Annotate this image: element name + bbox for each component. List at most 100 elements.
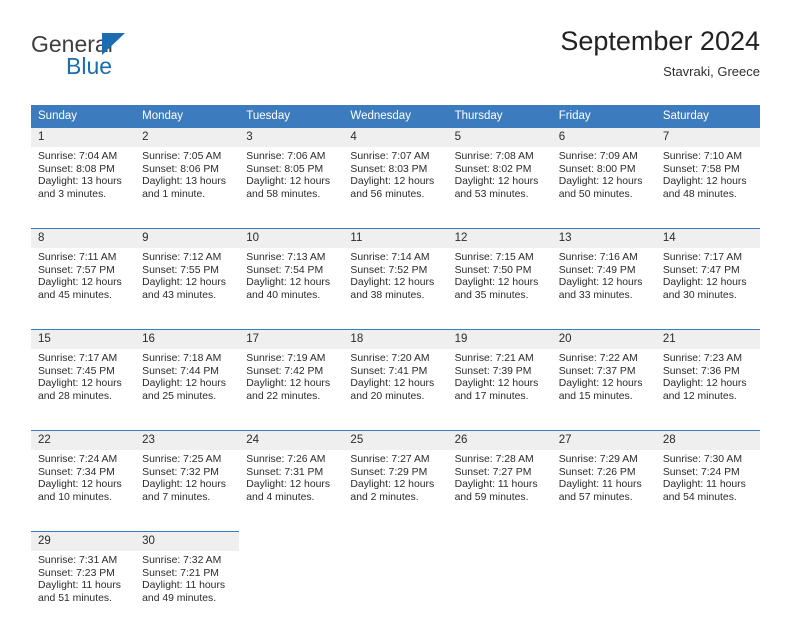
daylight-text: Daylight: 12 hours and 33 minutes. — [558, 277, 643, 301]
sunset-text: Sunset: 7:29 PM — [350, 466, 428, 478]
page-header: General Blue September 2024 Stavraki, Gr… — [31, 24, 760, 98]
day-info: Sunrise: 7:16 AM Sunset: 7:49 PM Daylight:… — [552, 248, 656, 302]
sunrise-text: Sunrise: 7:04 AM — [38, 151, 118, 162]
day-cell-inner — [343, 531, 447, 621]
sunset-text: Sunset: 7:39 PM — [454, 365, 532, 377]
day-cell[interactable]: 7 Sunrise: 7:10 AM Sunset: 7:58 PM Daylight… — [655, 127, 760, 217]
day-cell-inner — [239, 531, 343, 621]
day-cell[interactable]: 11 Sunrise: 7:14 AM Sunset: 7:52 PM Dayligh… — [343, 228, 448, 318]
day-cell[interactable]: 25 Sunrise: 7:27 AM Sunset: 7:29 PM Dayligh… — [343, 430, 448, 520]
weekday-header-thursday: Thursday — [447, 105, 552, 127]
day-cell[interactable]: 23 Sunrise: 7:25 AM Sunset: 7:32 PM Dayligh… — [135, 430, 240, 520]
sunrise-text: Sunrise: 7:07 AM — [350, 151, 430, 162]
spacer-cell — [239, 520, 343, 531]
sunrise-text: Sunrise: 7:30 AM — [662, 454, 742, 465]
sunset-text: Sunset: 7:49 PM — [558, 264, 636, 276]
day-cell[interactable]: 3 Sunrise: 7:06 AM Sunset: 8:05 PM Daylight… — [239, 127, 344, 217]
daylight-text: Daylight: 12 hours and 15 minutes. — [558, 378, 643, 402]
day-cell-inner — [552, 531, 656, 621]
spacer-cell — [31, 520, 135, 531]
sunrise-text: Sunrise: 7:31 AM — [38, 555, 118, 566]
calendar-body: 1 Sunrise: 7:04 AM Sunset: 8:08 PM Daylight… — [31, 127, 760, 621]
day-number: 12 — [447, 229, 552, 248]
daylight-text: Daylight: 13 hours and 3 minutes. — [38, 176, 122, 200]
day-cell-inner: 8 Sunrise: 7:11 AM Sunset: 7:57 PM Daylight… — [31, 228, 136, 318]
day-info: Sunrise: 7:10 AM Sunset: 7:58 PM Daylight:… — [656, 147, 760, 201]
sunrise-text: Sunrise: 7:21 AM — [454, 353, 534, 364]
day-cell[interactable]: 17 Sunrise: 7:19 AM Sunset: 7:42 PM Dayligh… — [239, 329, 344, 419]
day-cell[interactable]: 14 Sunrise: 7:17 AM Sunset: 7:47 PM Dayligh… — [655, 228, 760, 318]
day-info: Sunrise: 7:19 AM Sunset: 7:42 PM Daylight:… — [239, 349, 343, 403]
day-cell-inner: 20 Sunrise: 7:22 AM Sunset: 7:37 PM Dayligh… — [551, 329, 656, 419]
day-cell[interactable]: 22 Sunrise: 7:24 AM Sunset: 7:34 PM Dayligh… — [31, 430, 136, 520]
sunrise-text: Sunrise: 7:10 AM — [662, 151, 742, 162]
day-info: Sunrise: 7:26 AM Sunset: 7:31 PM Daylight:… — [239, 450, 343, 504]
day-number: 2 — [135, 128, 240, 147]
day-info: Sunrise: 7:14 AM Sunset: 7:52 PM Daylight:… — [343, 248, 447, 302]
daylight-text: Daylight: 12 hours and 25 minutes. — [142, 378, 226, 402]
day-cell-inner: 28 Sunrise: 7:30 AM Sunset: 7:24 PM Dayligh… — [655, 430, 760, 520]
day-cell[interactable]: 29 Sunrise: 7:31 AM Sunset: 7:23 PM Dayligh… — [31, 531, 136, 621]
spacer-cell — [448, 520, 552, 531]
day-cell-inner: 19 Sunrise: 7:21 AM Sunset: 7:39 PM Dayligh… — [447, 329, 552, 419]
daylight-text: Daylight: 12 hours and 12 minutes. — [662, 378, 747, 402]
day-number: 22 — [31, 431, 136, 450]
sunset-text: Sunset: 7:37 PM — [558, 365, 636, 377]
spacer-cell — [448, 318, 552, 329]
day-cell[interactable]: 8 Sunrise: 7:11 AM Sunset: 7:57 PM Daylight… — [31, 228, 136, 318]
day-cell[interactable]: 21 Sunrise: 7:23 AM Sunset: 7:36 PM Dayligh… — [655, 329, 760, 419]
day-cell[interactable]: 19 Sunrise: 7:21 AM Sunset: 7:39 PM Dayligh… — [447, 329, 552, 419]
day-cell[interactable]: 4 Sunrise: 7:07 AM Sunset: 8:03 PM Daylight… — [343, 127, 448, 217]
day-number: 6 — [551, 128, 656, 147]
day-cell[interactable]: 26 Sunrise: 7:28 AM Sunset: 7:27 PM Dayligh… — [447, 430, 552, 520]
spacer-cell — [239, 419, 343, 430]
day-cell[interactable]: 28 Sunrise: 7:30 AM Sunset: 7:24 PM Dayligh… — [655, 430, 760, 520]
day-cell[interactable]: 27 Sunrise: 7:29 AM Sunset: 7:26 PM Dayligh… — [551, 430, 656, 520]
daylight-text: Daylight: 11 hours and 49 minutes. — [142, 580, 226, 604]
day-cell-inner: 14 Sunrise: 7:17 AM Sunset: 7:47 PM Dayligh… — [655, 228, 760, 318]
sunset-text: Sunset: 7:31 PM — [246, 466, 324, 478]
day-cell[interactable]: 9 Sunrise: 7:12 AM Sunset: 7:55 PM Daylight… — [135, 228, 240, 318]
day-cell[interactable]: 15 Sunrise: 7:17 AM Sunset: 7:45 PM Dayligh… — [31, 329, 136, 419]
day-cell[interactable]: 18 Sunrise: 7:20 AM Sunset: 7:41 PM Dayligh… — [343, 329, 448, 419]
sunrise-text: Sunrise: 7:27 AM — [350, 454, 430, 465]
daylight-text: Daylight: 12 hours and 4 minutes. — [246, 479, 331, 503]
calendar-week-row: 8 Sunrise: 7:11 AM Sunset: 7:57 PM Daylight… — [31, 228, 760, 318]
sunset-text: Sunset: 7:26 PM — [558, 466, 636, 478]
day-cell[interactable]: 12 Sunrise: 7:15 AM Sunset: 7:50 PM Dayligh… — [447, 228, 552, 318]
day-number — [552, 531, 656, 550]
day-info: Sunrise: 7:09 AM Sunset: 8:00 PM Daylight:… — [552, 147, 656, 201]
day-cell[interactable]: 13 Sunrise: 7:16 AM Sunset: 7:49 PM Dayligh… — [551, 228, 656, 318]
day-cell-empty — [343, 531, 447, 621]
sunrise-text: Sunrise: 7:11 AM — [38, 252, 117, 263]
day-cell[interactable]: 2 Sunrise: 7:05 AM Sunset: 8:06 PM Daylight… — [135, 127, 240, 217]
sunset-text: Sunset: 7:36 PM — [662, 365, 740, 377]
day-cell-inner: 5 Sunrise: 7:08 AM Sunset: 8:02 PM Daylight… — [447, 127, 552, 217]
sunset-text: Sunset: 7:55 PM — [142, 264, 219, 276]
day-cell[interactable]: 1 Sunrise: 7:04 AM Sunset: 8:08 PM Daylight… — [31, 127, 136, 217]
spacer-cell — [343, 217, 447, 228]
day-cell[interactable]: 10 Sunrise: 7:13 AM Sunset: 7:54 PM Dayligh… — [239, 228, 344, 318]
day-cell[interactable]: 6 Sunrise: 7:09 AM Sunset: 8:00 PM Daylight… — [551, 127, 656, 217]
spacer-cell — [135, 217, 239, 228]
spacer-cell — [135, 520, 239, 531]
daylight-text: Daylight: 11 hours and 54 minutes. — [662, 479, 746, 503]
day-number: 13 — [551, 229, 656, 248]
day-number: 17 — [239, 330, 344, 349]
day-cell[interactable]: 30 Sunrise: 7:32 AM Sunset: 7:21 PM Dayligh… — [135, 531, 240, 621]
day-number: 8 — [31, 229, 136, 248]
sunrise-text: Sunrise: 7:22 AM — [558, 353, 638, 364]
sunset-text: Sunset: 7:50 PM — [454, 264, 532, 276]
sunset-text: Sunset: 8:06 PM — [142, 163, 219, 175]
day-cell[interactable]: 16 Sunrise: 7:18 AM Sunset: 7:44 PM Dayligh… — [135, 329, 240, 419]
day-cell-inner: 7 Sunrise: 7:10 AM Sunset: 7:58 PM Daylight… — [655, 127, 760, 217]
day-cell[interactable]: 20 Sunrise: 7:22 AM Sunset: 7:37 PM Dayligh… — [551, 329, 656, 419]
daylight-text: Daylight: 12 hours and 22 minutes. — [246, 378, 331, 402]
week-row-spacer — [31, 520, 760, 531]
sunrise-text: Sunrise: 7:05 AM — [142, 151, 222, 162]
day-cell-empty — [448, 531, 552, 621]
day-cell[interactable]: 24 Sunrise: 7:26 AM Sunset: 7:31 PM Dayligh… — [239, 430, 344, 520]
day-info — [343, 550, 447, 554]
sunset-text: Sunset: 7:21 PM — [142, 567, 219, 579]
day-cell[interactable]: 5 Sunrise: 7:08 AM Sunset: 8:02 PM Daylight… — [447, 127, 552, 217]
